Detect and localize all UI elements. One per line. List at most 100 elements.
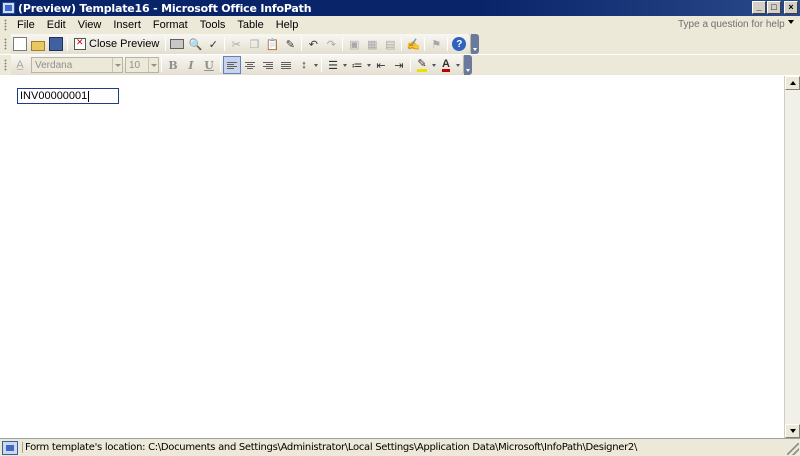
toolbar-separator — [410, 58, 411, 72]
toolbar-separator — [161, 58, 162, 72]
save-icon — [49, 37, 63, 51]
status-bar: Form template's location: C:\Documents a… — [0, 438, 800, 456]
open-icon — [31, 40, 45, 51]
form-canvas: INV00000001 — [0, 76, 784, 438]
menu-help[interactable]: Help — [270, 19, 305, 31]
scroll-up-button[interactable] — [785, 76, 800, 90]
status-text: Form template's location: C:\Documents a… — [22, 442, 792, 453]
menu-grip[interactable] — [4, 19, 7, 31]
close-button[interactable]: × — [784, 1, 798, 14]
styles-button[interactable]: A̲ — [11, 56, 29, 74]
font-color-icon: A — [442, 57, 450, 72]
align-center-button[interactable] — [241, 56, 259, 74]
formatting-toolbar: A̲ Verdana 10 B I U ↕ ☰ ≔ ⇤ ⇥ ✎ A — [0, 55, 800, 75]
invoice-number-value: INV00000001 — [20, 90, 88, 102]
bullets-button[interactable]: ≔ — [348, 56, 366, 74]
toolbar-separator — [224, 37, 226, 51]
close-preview-icon — [74, 37, 86, 50]
form-template-icon — [2, 440, 18, 455]
highlight-icon: ✎ — [417, 57, 427, 72]
undo-button[interactable]: ↶ — [304, 35, 322, 53]
standard-toolbar-band: Close Preview 🔍 ✓ ✂ ❐ 📋 ✎ ↶ ↷ ▣ ▦ ▤ ✍ ⚑ … — [11, 34, 472, 54]
scroll-down-button[interactable] — [785, 424, 800, 438]
menu-tools[interactable]: Tools — [194, 19, 232, 31]
menu-insert[interactable]: Insert — [107, 19, 147, 31]
signature-button[interactable]: ✍ — [404, 35, 422, 53]
toolbar-separator — [67, 37, 68, 51]
close-preview-label: Close Preview — [89, 38, 160, 50]
chevron-down-icon[interactable] — [788, 20, 794, 24]
copy-button[interactable]: ❐ — [245, 35, 263, 53]
decrease-indent-button[interactable]: ⇤ — [372, 56, 390, 74]
toolbar-grip[interactable] — [4, 38, 7, 50]
toolbar-separator — [424, 37, 426, 51]
highlight-button[interactable]: ✎ — [413, 56, 431, 74]
format-painter-button[interactable]: ✎ — [281, 35, 299, 53]
toolbar-separator — [165, 37, 167, 51]
toolbar-grip[interactable] — [4, 59, 7, 71]
menu-view[interactable]: View — [72, 19, 108, 31]
design-tasks-button[interactable]: ▤ — [381, 35, 399, 53]
spelling-button[interactable]: ✓ — [204, 35, 222, 53]
toolbar-separator — [401, 37, 403, 51]
new-icon — [13, 37, 27, 51]
align-left-button[interactable] — [223, 56, 241, 74]
minimize-button[interactable]: _ — [752, 1, 766, 14]
print-button[interactable] — [168, 35, 186, 53]
font-name-value: Verdana — [35, 59, 73, 71]
justify-button[interactable] — [277, 56, 295, 74]
chevron-down-icon[interactable] — [148, 58, 158, 72]
font-name-select[interactable]: Verdana — [31, 57, 123, 73]
toolbar-separator — [220, 58, 221, 72]
menu-edit[interactable]: Edit — [41, 19, 72, 31]
vertical-scrollbar[interactable] — [784, 76, 800, 438]
cut-button[interactable]: ✂ — [227, 35, 245, 53]
menu-bar: File Edit View Insert Format Tools Table… — [0, 16, 800, 34]
formatting-toolbar-band: A̲ Verdana 10 B I U ↕ ☰ ≔ ⇤ ⇥ ✎ A — [11, 55, 464, 75]
font-size-select[interactable]: 10 — [125, 57, 159, 73]
permission-button[interactable]: ⚑ — [427, 35, 445, 53]
maximize-button[interactable]: □ — [767, 1, 781, 14]
italic-button[interactable]: I — [182, 56, 200, 74]
ask-question-box[interactable]: Type a question for help — [676, 17, 796, 32]
toolbar-separator — [342, 37, 344, 51]
print-icon — [170, 39, 185, 49]
table-button[interactable]: ▦ — [363, 35, 381, 53]
window-controls: _ □ × — [752, 1, 798, 14]
line-spacing-button[interactable]: ↕ — [295, 56, 313, 74]
text-caret — [88, 90, 90, 102]
menu-format[interactable]: Format — [147, 19, 194, 31]
ask-question-placeholder: Type a question for help — [678, 19, 785, 30]
paste-button[interactable]: 📋 — [263, 35, 281, 53]
new-button[interactable] — [11, 35, 29, 53]
resize-grip[interactable] — [787, 443, 799, 455]
print-preview-button[interactable]: 🔍 — [186, 35, 204, 53]
toolbar-options-button[interactable] — [471, 34, 480, 54]
open-button[interactable] — [29, 35, 47, 53]
numbering-button[interactable]: ☰ — [324, 56, 342, 74]
save-button[interactable] — [47, 35, 65, 53]
chevron-down-icon[interactable] — [455, 56, 461, 74]
invoice-number-field[interactable]: INV00000001 — [17, 88, 119, 104]
help-icon: ? — [452, 37, 467, 51]
toolbar-separator — [447, 37, 449, 51]
chevron-down-icon[interactable] — [313, 56, 319, 74]
redo-button[interactable]: ↷ — [322, 35, 340, 53]
toolbar-options-button[interactable] — [464, 55, 472, 75]
underline-button[interactable]: U — [200, 56, 218, 74]
title-bar: (Preview) Template16 - Microsoft Office … — [0, 0, 800, 16]
increase-indent-button[interactable]: ⇥ — [390, 56, 408, 74]
font-color-button[interactable]: A — [437, 56, 455, 74]
infopath-app-icon[interactable] — [2, 2, 15, 14]
insert-picture-button[interactable]: ▣ — [345, 35, 363, 53]
close-preview-button[interactable]: Close Preview — [70, 35, 163, 53]
window-title: (Preview) Template16 - Microsoft Office … — [18, 1, 312, 15]
bold-button[interactable]: B — [164, 56, 182, 74]
menu-file[interactable]: File — [11, 19, 41, 31]
chevron-down-icon[interactable] — [112, 58, 122, 72]
font-size-value: 10 — [129, 59, 141, 71]
align-right-button[interactable] — [259, 56, 277, 74]
menu-table[interactable]: Table — [231, 19, 269, 31]
help-button[interactable]: ? — [450, 35, 468, 53]
toolbar-separator — [321, 58, 322, 72]
